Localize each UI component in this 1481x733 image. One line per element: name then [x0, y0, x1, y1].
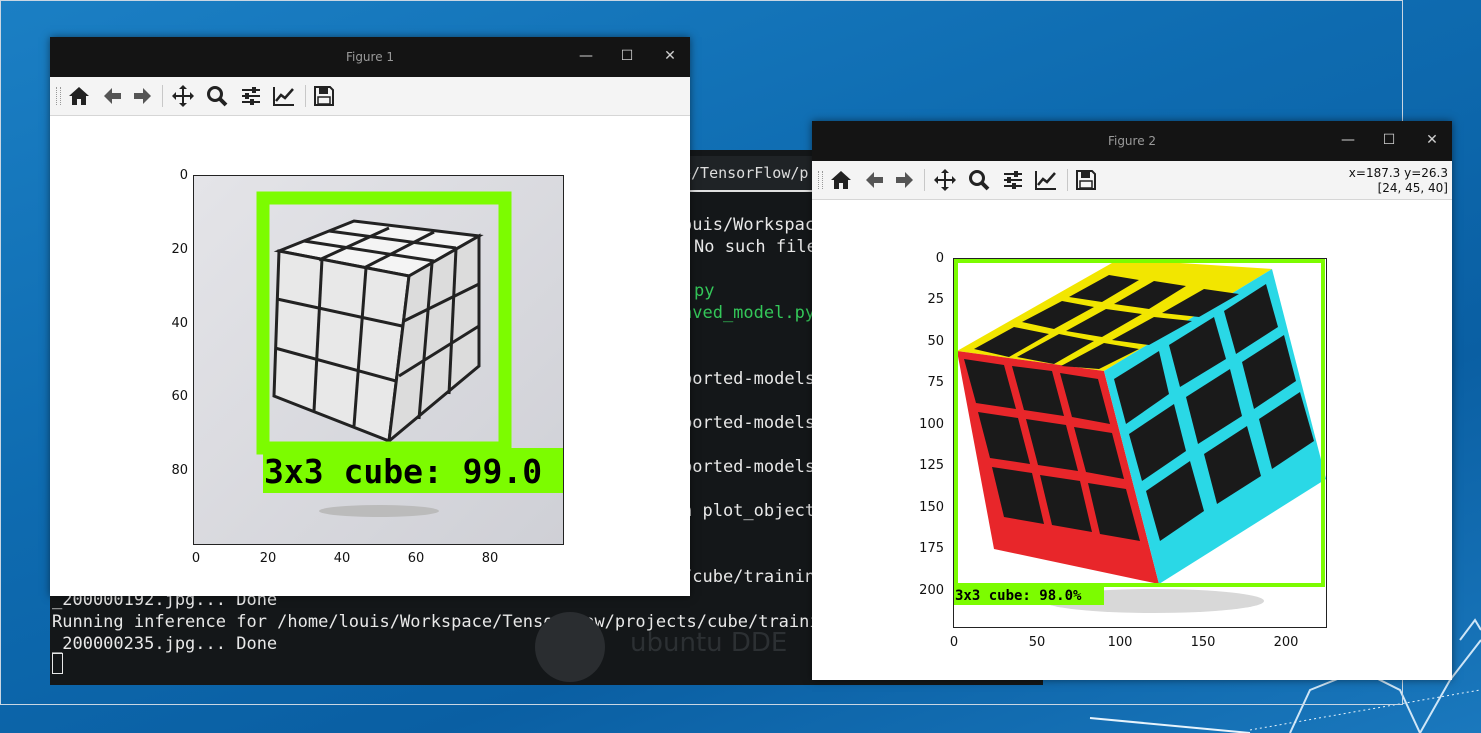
x-tick: 50	[1028, 635, 1046, 650]
y-tick: 0	[935, 251, 944, 266]
configure-subplots-icon[interactable]	[1000, 168, 1026, 192]
figure2-axes[interactable]: 3x3 cube: 98.0%	[953, 258, 1327, 628]
y-tick: 125	[919, 458, 944, 473]
close-button[interactable]: ✕	[648, 37, 692, 77]
edit-axis-icon[interactable]	[1033, 168, 1059, 192]
y-tick: 40	[171, 316, 188, 331]
toolbar-grip[interactable]	[56, 87, 61, 105]
terminal-line: ouis/Workspace	[682, 215, 826, 235]
x-tick: 200	[1273, 635, 1299, 650]
x-tick: 0	[191, 551, 201, 566]
toolbar-separator	[305, 85, 306, 107]
terminal-line: aved_model.py	[682, 303, 816, 323]
figure2-window[interactable]: Figure 2 — ☐ ✕ x=187.3 y=26.3 [24, 45, 4…	[812, 121, 1452, 680]
x-tick: 20	[259, 551, 277, 566]
window-title: Figure 1	[345, 50, 395, 64]
terminal-cursor	[52, 653, 63, 674]
edit-axis-icon[interactable]	[271, 84, 297, 108]
y-tick: 60	[171, 389, 188, 404]
x-tick: 150	[1190, 635, 1216, 650]
close-button[interactable]: ✕	[1410, 121, 1454, 161]
save-icon[interactable]	[311, 84, 337, 108]
y-tick: 100	[919, 417, 944, 432]
minimize-button[interactable]: —	[1326, 121, 1370, 161]
x-tick: 0	[949, 635, 959, 650]
cursor-coordinates: x=187.3 y=26.3 [24, 45, 40]	[1349, 166, 1448, 196]
y-tick: 20	[171, 242, 188, 257]
y-tick: 80	[171, 463, 188, 478]
figure2-image: 3x3 cube: 98.0%	[954, 259, 1326, 627]
back-icon[interactable]	[861, 168, 887, 192]
forward-icon[interactable]	[130, 84, 156, 108]
y-tick: 50	[927, 334, 944, 349]
terminal-line: _200000235.jpg... Done	[52, 634, 278, 654]
x-tick: 100	[1107, 635, 1133, 650]
back-icon[interactable]	[99, 84, 125, 108]
figure1-axes[interactable]: 3x3 cube: 99.0	[193, 175, 564, 545]
terminal-line: ported-models	[682, 413, 816, 433]
x-tick: 80	[481, 551, 499, 566]
save-icon[interactable]	[1073, 168, 1099, 192]
y-tick: 0	[179, 168, 188, 183]
y-tick: 25	[927, 292, 944, 307]
y-tick: 150	[919, 500, 944, 515]
terminal-line: py	[694, 281, 715, 301]
terminal-line: /cube/trainin	[682, 567, 816, 587]
x-tick: 60	[407, 551, 425, 566]
zoom-icon[interactable]	[966, 168, 992, 192]
home-icon[interactable]	[828, 168, 854, 192]
minimize-button[interactable]: —	[564, 37, 608, 77]
pan-icon[interactable]	[932, 168, 958, 192]
y-tick: 200	[919, 583, 944, 598]
figure1-window[interactable]: Figure 1 — ☐ ✕ 3x3 cube: 99.0 0 20 40 60…	[50, 37, 690, 596]
terminal-line: n plot_object	[682, 501, 816, 521]
ubuntu-logo-icon	[535, 612, 605, 682]
toolbar-separator	[162, 85, 163, 107]
watermark-text: ubuntu DDE	[630, 628, 788, 658]
coord-xy: x=187.3 y=26.3	[1348, 166, 1448, 180]
figure1-image: 3x3 cube: 99.0	[194, 176, 563, 544]
maximize-button[interactable]: ☐	[1367, 121, 1411, 161]
zoom-icon[interactable]	[204, 84, 230, 108]
toolbar-separator	[924, 169, 925, 191]
figure2-toolbar: x=187.3 y=26.3 [24, 45, 40]	[812, 161, 1452, 200]
maximize-button[interactable]: ☐	[605, 37, 649, 77]
home-icon[interactable]	[66, 84, 92, 108]
configure-subplots-icon[interactable]	[238, 84, 264, 108]
forward-icon[interactable]	[892, 168, 918, 192]
toolbar-grip[interactable]	[818, 171, 823, 189]
y-tick: 75	[927, 375, 944, 390]
coord-pixel-value: [24, 45, 40]	[1377, 181, 1448, 195]
terminal-line: No such file	[694, 237, 817, 257]
pan-icon[interactable]	[170, 84, 196, 108]
y-tick: 175	[919, 541, 944, 556]
detection-label: 3x3 cube: 98.0%	[955, 588, 1082, 604]
figure1-toolbar	[50, 77, 690, 116]
terminal-line: ported-models	[682, 369, 816, 389]
x-tick: 40	[333, 551, 351, 566]
toolbar-separator	[1067, 169, 1068, 191]
window-title: Figure 2	[1107, 134, 1157, 148]
terminal-line: ported-models	[682, 457, 816, 477]
detection-label: 3x3 cube: 99.0	[264, 452, 542, 491]
